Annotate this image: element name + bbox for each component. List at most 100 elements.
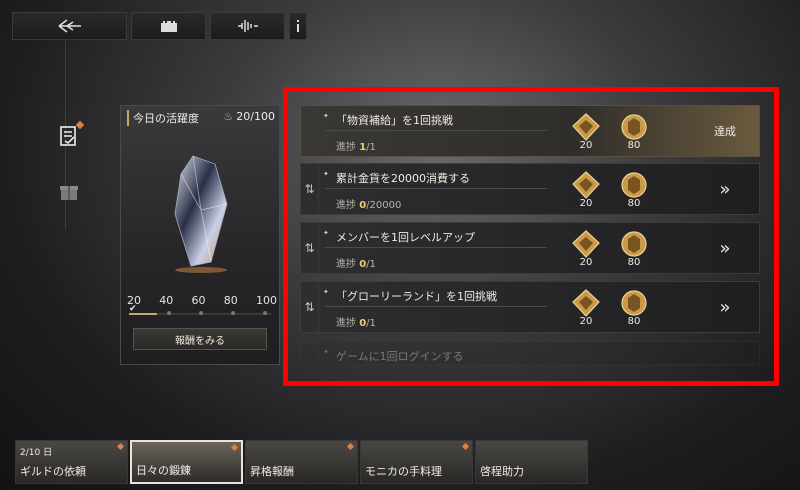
progress-node — [167, 311, 171, 315]
back-button[interactable] — [12, 12, 127, 40]
mission-progress: 進捗 0/20000 — [336, 196, 401, 211]
sidebar-item-daily[interactable] — [57, 120, 85, 148]
scale-mark: 100 — [256, 294, 277, 307]
progress-total: /20000 — [366, 200, 402, 211]
notification-dot — [346, 442, 355, 451]
progress-total: /1 — [366, 318, 376, 329]
tab-label: 昇格報酬 — [250, 465, 294, 478]
star-icon: ✦ — [323, 229, 329, 237]
activity-medal-icon: 20 — [569, 112, 603, 156]
soundwave-icon — [237, 20, 258, 32]
mission-title: ゲームに1回ログインする — [336, 350, 464, 363]
star-icon: ✦ — [323, 112, 329, 120]
activity-medal-icon: 20 — [569, 288, 603, 332]
mission-row: ⇅ ✦ 累計金貨を20000消費する 進捗 0/20000 20 80 » — [300, 163, 760, 215]
progress-label: 進捗 — [336, 259, 356, 270]
mission-divider — [325, 247, 547, 248]
reward-value: 20 — [579, 316, 593, 327]
mission-title: 「物資補給」を1回挑戦 — [336, 114, 453, 127]
back-arrow-icon — [58, 19, 81, 33]
scale-mark: 40 — [159, 294, 174, 307]
reward-value: 80 — [627, 140, 641, 151]
star-icon: ✦ — [323, 170, 329, 178]
exp-medal-icon: 80 — [617, 288, 651, 332]
exp-medal-icon: 80 — [617, 170, 651, 214]
tab-journey-support[interactable]: 啓程助力 — [475, 440, 588, 484]
reward-value: 80 — [627, 257, 641, 268]
sidebar-item-gift[interactable] — [57, 180, 81, 204]
checklist-icon — [60, 126, 76, 146]
mission-title: 累計金貨を20000消費する — [336, 172, 470, 185]
progress-label: 進捗 — [336, 142, 356, 153]
mission-divider — [325, 306, 547, 307]
star-icon: ✦ — [323, 348, 329, 356]
tab-label: 日々の鍛錬 — [136, 464, 191, 477]
tab-monica-cooking[interactable]: モニカの手料理 — [360, 440, 473, 484]
check-icon: ✔ — [129, 304, 137, 314]
activity-panel: 今日の活躍度 ♨ 20/100 20 40 60 80 100 ✔ 報酬をみる — [120, 105, 280, 365]
mission-progress: 進捗 1/1 — [336, 138, 376, 153]
activity-medal-icon: 20 — [569, 229, 603, 273]
notification-dot — [116, 442, 125, 451]
tab-guild-request[interactable]: 2/10 日 ギルドの依頼 — [15, 440, 128, 484]
star-icon: ✦ — [323, 288, 329, 296]
tab-promotion-reward[interactable]: 昇格報酬 — [245, 440, 358, 484]
progress-node — [263, 311, 267, 315]
mission-title: 「グローリーランド」を1回挑戦 — [336, 290, 497, 303]
info-button[interactable] — [289, 12, 307, 40]
refresh-icon[interactable]: ⇅ — [301, 223, 319, 273]
exp-medal-icon: 80 — [617, 229, 651, 273]
scale-mark: 60 — [191, 294, 206, 307]
crystal-icon — [174, 155, 228, 273]
mission-row: ⇅ ✦ メンバーを1回レベルアップ 進捗 0/1 20 80 » — [300, 222, 760, 274]
refresh-icon — [301, 342, 319, 364]
tab-label: モニカの手料理 — [365, 465, 442, 478]
notification-dot — [461, 442, 470, 451]
mission-progress: 進捗 0/1 — [336, 255, 376, 270]
view-rewards-button[interactable]: 報酬をみる — [133, 328, 267, 350]
progress-label: 進捗 — [336, 318, 356, 329]
bottom-tab-bar: 2/10 日 ギルドの依頼 日々の鍛錬 昇格報酬 モニカの手料理 啓程助力 — [15, 440, 588, 484]
activity-scale: 20 40 60 80 100 — [127, 294, 277, 307]
activity-points-value: 20/100 — [236, 110, 275, 123]
refresh-icon — [301, 106, 319, 156]
exp-medal-icon: 80 — [617, 112, 651, 156]
reward-value: 20 — [579, 198, 593, 209]
progress-node — [231, 311, 235, 315]
mission-row: ✦ 「物資補給」を1回挑戦 進捗 1/1 20 80 達成 — [300, 105, 760, 157]
info-icon — [297, 20, 299, 32]
mission-progress: 進捗 0/1 — [336, 314, 376, 329]
completed-label: 達成 — [714, 125, 736, 138]
reward-value: 20 — [579, 257, 593, 268]
tab-label: 啓程助力 — [480, 465, 524, 478]
reward-value: 20 — [579, 140, 593, 151]
flame-icon: ♨ — [223, 110, 234, 123]
activity-medal-icon: 20 — [569, 170, 603, 214]
reward-value: 80 — [627, 316, 641, 327]
activity-title: 今日の活躍度 — [127, 110, 199, 126]
go-button[interactable]: » — [701, 294, 749, 320]
tab-label: ギルドの依頼 — [20, 465, 86, 478]
notification-dot — [230, 443, 239, 452]
go-button[interactable]: » — [701, 176, 749, 202]
activity-points: ♨ 20/100 — [223, 110, 275, 123]
progress-label: 進捗 — [336, 200, 356, 211]
tab-daily-training[interactable]: 日々の鍛錬 — [130, 440, 243, 484]
gift-icon — [60, 186, 78, 200]
go-button[interactable]: » — [701, 235, 749, 261]
refresh-icon[interactable]: ⇅ — [301, 282, 319, 332]
mission-divider — [325, 188, 547, 189]
mission-row: ⇅ ✦ 「グローリーランド」を1回挑戦 進捗 0/1 20 80 » — [300, 281, 760, 333]
mission-divider — [325, 130, 547, 131]
progress-node — [199, 311, 203, 315]
progress-total: /1 — [366, 142, 376, 153]
castle-icon — [160, 21, 177, 32]
mission-row: ✦ ゲームに1回ログインする — [300, 341, 760, 365]
sound-button[interactable] — [210, 12, 285, 40]
castle-button[interactable] — [131, 12, 206, 40]
scale-mark: 80 — [223, 294, 238, 307]
reward-value: 80 — [627, 198, 641, 209]
mission-title: メンバーを1回レベルアップ — [336, 231, 475, 244]
refresh-icon[interactable]: ⇅ — [301, 164, 319, 214]
top-toolbar — [12, 12, 307, 40]
